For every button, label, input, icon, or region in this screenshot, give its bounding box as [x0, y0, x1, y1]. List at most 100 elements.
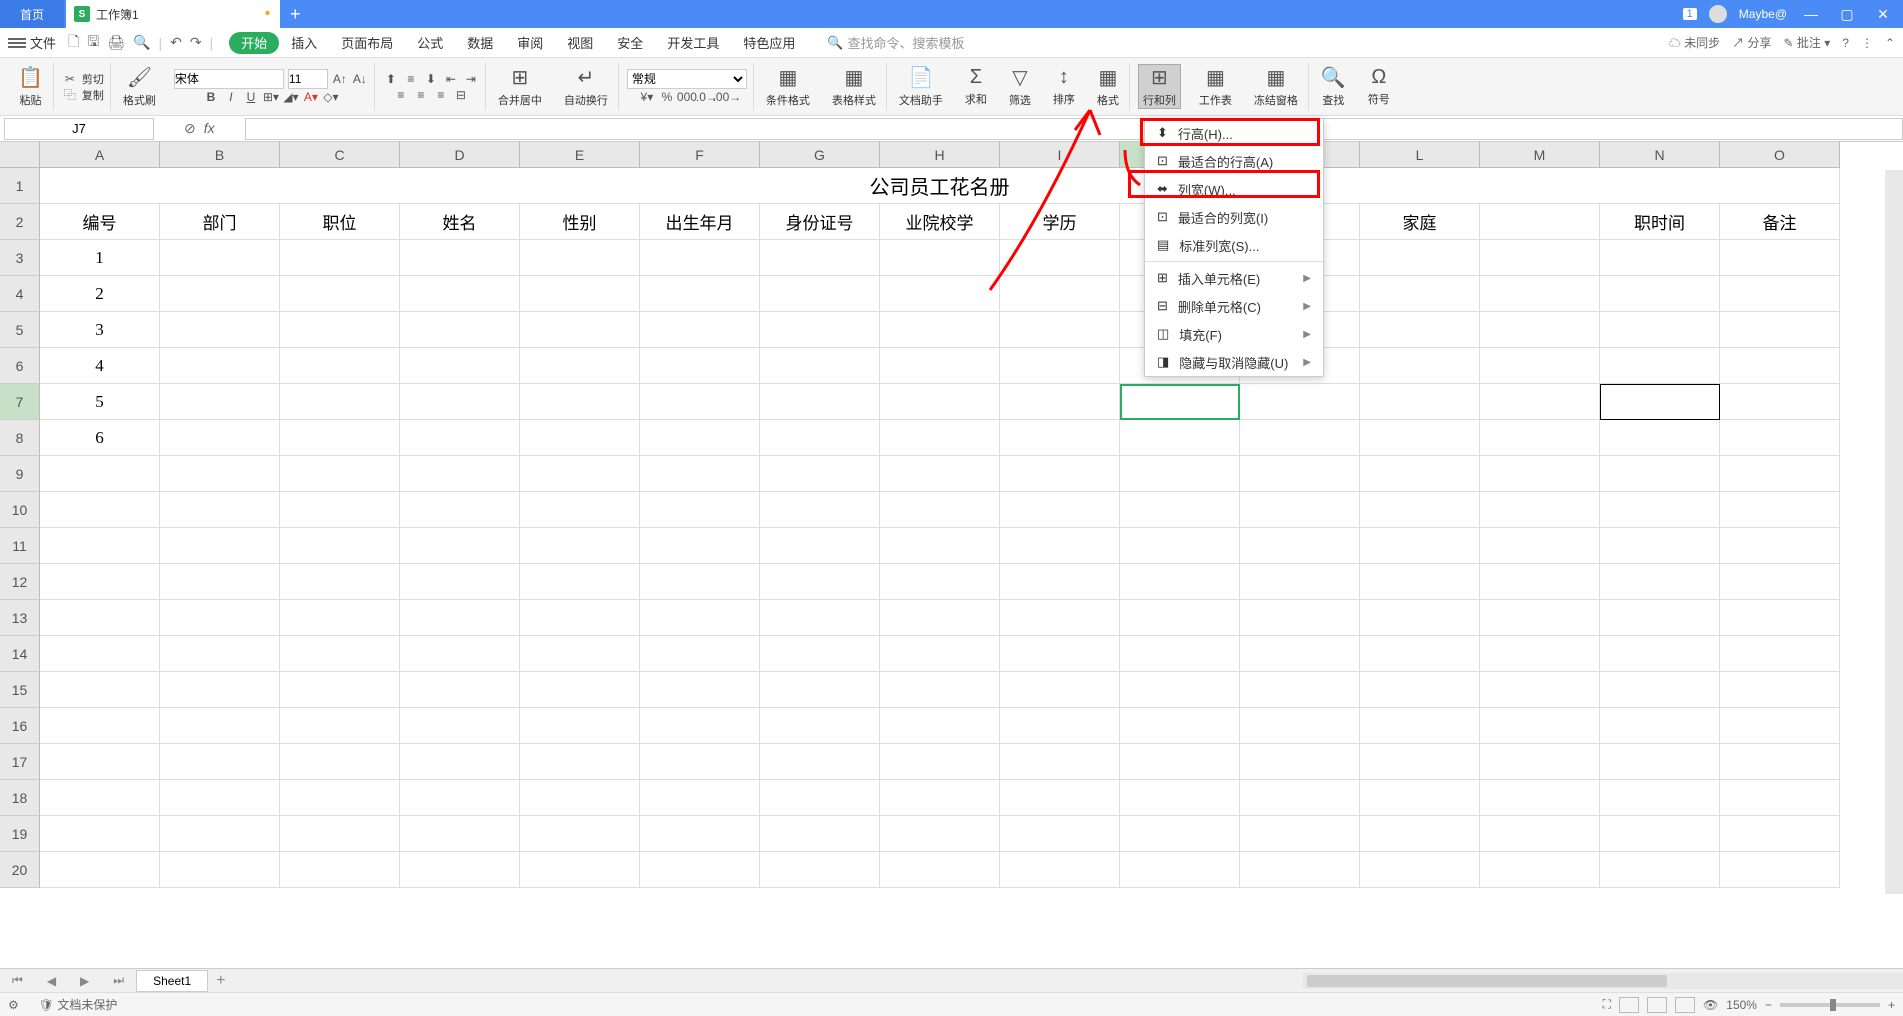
- cell[interactable]: [280, 744, 400, 780]
- col-header-N[interactable]: N: [1600, 142, 1720, 168]
- cell[interactable]: [640, 564, 760, 600]
- cell[interactable]: [520, 636, 640, 672]
- sheet-nav-prev[interactable]: ◀: [35, 974, 68, 988]
- cell[interactable]: [1000, 348, 1120, 384]
- cell[interactable]: [1360, 276, 1480, 312]
- cell[interactable]: [1240, 564, 1360, 600]
- vertical-scrollbar[interactable]: [1885, 170, 1903, 894]
- cell[interactable]: [1720, 816, 1840, 852]
- cell[interactable]: [1600, 708, 1720, 744]
- cell[interactable]: [1000, 312, 1120, 348]
- header-cell[interactable]: 职位: [280, 204, 400, 240]
- cell[interactable]: [1000, 600, 1120, 636]
- cell[interactable]: [1120, 420, 1240, 456]
- cell[interactable]: [640, 456, 760, 492]
- cell[interactable]: [160, 600, 280, 636]
- cell[interactable]: [520, 456, 640, 492]
- sheet-tab-1[interactable]: Sheet1: [136, 970, 208, 992]
- undo-icon[interactable]: ↶: [170, 34, 182, 51]
- header-cell[interactable]: 性别: [520, 204, 640, 240]
- cell[interactable]: [1240, 636, 1360, 672]
- cell[interactable]: [1120, 564, 1240, 600]
- header-cell[interactable]: [1480, 204, 1600, 240]
- cell[interactable]: [880, 492, 1000, 528]
- tab-dev[interactable]: 开发工具: [655, 28, 731, 57]
- tab-insert[interactable]: 插入: [279, 28, 329, 57]
- save-icon[interactable]: 🗋: [68, 31, 79, 55]
- cell[interactable]: [520, 348, 640, 384]
- sheet-nav-first[interactable]: ⏮: [0, 973, 35, 988]
- dropdown-item-2[interactable]: ⬌列宽(W)...: [1145, 175, 1323, 203]
- cell[interactable]: [640, 312, 760, 348]
- select-all-corner[interactable]: [0, 142, 40, 168]
- cell[interactable]: [880, 420, 1000, 456]
- cell[interactable]: [1600, 420, 1720, 456]
- merge-split-icon[interactable]: ⊟: [453, 87, 469, 103]
- cell[interactable]: [160, 492, 280, 528]
- thousands-icon[interactable]: 000: [679, 89, 695, 105]
- cell[interactable]: [1360, 420, 1480, 456]
- cell[interactable]: [400, 240, 520, 276]
- cell[interactable]: [1480, 780, 1600, 816]
- cut-icon[interactable]: ✂: [62, 71, 78, 87]
- cell[interactable]: [880, 852, 1000, 888]
- row-header-20[interactable]: 20: [0, 852, 40, 888]
- row-header-6[interactable]: 6: [0, 348, 40, 384]
- format-painter-button[interactable]: 🖌格式刷: [119, 65, 160, 108]
- tab-special[interactable]: 特色应用: [731, 28, 807, 57]
- filter-button[interactable]: ▽筛选: [1005, 65, 1035, 108]
- cell[interactable]: [520, 240, 640, 276]
- cell[interactable]: [1480, 744, 1600, 780]
- cell[interactable]: [1360, 240, 1480, 276]
- cell[interactable]: [1600, 528, 1720, 564]
- cell[interactable]: [400, 564, 520, 600]
- cell[interactable]: [160, 780, 280, 816]
- cell[interactable]: [40, 600, 160, 636]
- add-sheet-button[interactable]: +: [208, 972, 233, 990]
- comment-button[interactable]: ✎ 批注 ▾: [1783, 34, 1830, 51]
- cell[interactable]: [1240, 708, 1360, 744]
- dropdown-item-0[interactable]: ⬍行高(H)...: [1145, 119, 1323, 147]
- formula-input[interactable]: [245, 118, 1903, 140]
- cell[interactable]: [1120, 456, 1240, 492]
- cell[interactable]: [1120, 816, 1240, 852]
- cell[interactable]: [880, 780, 1000, 816]
- cell[interactable]: [520, 528, 640, 564]
- cell[interactable]: [640, 420, 760, 456]
- protection-status[interactable]: 🛡 文档未保护: [39, 996, 118, 1013]
- cell[interactable]: [1480, 348, 1600, 384]
- cell[interactable]: 1: [40, 240, 160, 276]
- zoom-value[interactable]: 150%: [1726, 998, 1757, 1012]
- cell[interactable]: [40, 672, 160, 708]
- col-header-D[interactable]: D: [400, 142, 520, 168]
- cell[interactable]: [400, 348, 520, 384]
- cell[interactable]: [1600, 492, 1720, 528]
- cell[interactable]: [1600, 348, 1720, 384]
- underline-icon[interactable]: U: [243, 89, 259, 105]
- cell[interactable]: [160, 276, 280, 312]
- cell[interactable]: 2: [40, 276, 160, 312]
- preview-icon[interactable]: 🔍: [133, 34, 150, 51]
- cell[interactable]: [1480, 312, 1600, 348]
- cell[interactable]: [1480, 492, 1600, 528]
- paste-button[interactable]: 📋粘贴: [14, 65, 47, 108]
- dropdown-item-1[interactable]: ⊡最适合的行高(A): [1145, 147, 1323, 175]
- cell[interactable]: [1600, 240, 1720, 276]
- cell[interactable]: [1600, 852, 1720, 888]
- cell[interactable]: [1000, 564, 1120, 600]
- table-style-button[interactable]: ▦表格样式: [828, 65, 880, 108]
- cell[interactable]: [280, 636, 400, 672]
- col-header-H[interactable]: H: [880, 142, 1000, 168]
- col-header-C[interactable]: C: [280, 142, 400, 168]
- font-color-icon[interactable]: A▾: [303, 89, 319, 105]
- cell[interactable]: [640, 240, 760, 276]
- cell[interactable]: [160, 816, 280, 852]
- cell[interactable]: [880, 744, 1000, 780]
- cell[interactable]: [1600, 672, 1720, 708]
- cell[interactable]: [880, 456, 1000, 492]
- cell[interactable]: [40, 564, 160, 600]
- cell[interactable]: [640, 348, 760, 384]
- cell[interactable]: [1120, 708, 1240, 744]
- cell[interactable]: [280, 492, 400, 528]
- align-top-icon[interactable]: ⬆: [383, 71, 399, 87]
